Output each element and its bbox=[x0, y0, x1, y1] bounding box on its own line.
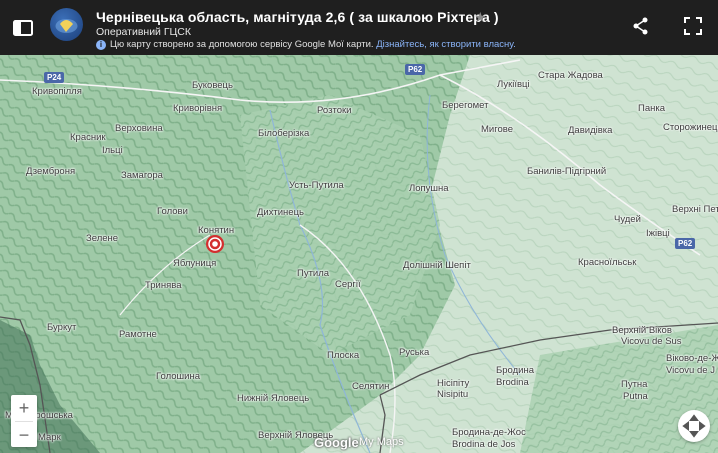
map-title: Чернівецька область, магнітуда 2,6 ( за … bbox=[96, 9, 499, 25]
place-label: Долішній Шепіт bbox=[403, 260, 471, 271]
place-label: Сергії bbox=[335, 279, 361, 290]
zoom-in-button[interactable]: + bbox=[11, 395, 37, 421]
place-label: Голови bbox=[157, 206, 188, 217]
road-shield: P62 bbox=[675, 238, 696, 249]
place-label: Розтоки bbox=[317, 105, 352, 116]
place-label: Давидівка bbox=[568, 125, 613, 136]
place-label: Нісіпіту bbox=[437, 378, 470, 389]
sidebar-toggle-icon[interactable] bbox=[12, 17, 34, 39]
place-label: Бродина bbox=[496, 365, 534, 376]
place-label: Буркут bbox=[47, 322, 77, 333]
map-canvas[interactable]: P24 P62 P62 Криворівня Буковець Кривопіл… bbox=[0, 55, 718, 453]
place-label: Криворівня bbox=[173, 103, 223, 114]
place-label: Марк bbox=[38, 432, 61, 443]
mymaps-label: My Maps bbox=[359, 436, 404, 448]
place-label: Іжівці bbox=[646, 228, 670, 239]
place-label: Плоска bbox=[327, 350, 360, 361]
terrain-basemap bbox=[0, 55, 718, 453]
fullscreen-icon[interactable] bbox=[683, 16, 703, 36]
place-label: Усть-Путила bbox=[289, 180, 344, 191]
place-label: Селятин bbox=[352, 381, 390, 392]
place-label: Верхній Віков bbox=[612, 325, 672, 336]
place-label: Brodina de Jos bbox=[452, 439, 516, 450]
place-label: Буковець bbox=[192, 80, 233, 91]
place-label: Голошина bbox=[156, 371, 200, 382]
place-label: Білоберізка bbox=[258, 128, 310, 139]
place-label: Тринява bbox=[145, 280, 182, 291]
earthquake-marker-icon[interactable] bbox=[205, 234, 225, 254]
place-label: Мигове bbox=[481, 124, 513, 135]
place-label: Верховина bbox=[115, 123, 163, 134]
place-label: Путна bbox=[621, 379, 648, 390]
place-label: Нижній Яловець bbox=[237, 393, 310, 404]
place-label: Верхні Петрівці bbox=[672, 204, 718, 215]
place-label: Красник bbox=[70, 132, 106, 143]
share-icon[interactable] bbox=[631, 16, 651, 36]
place-label: Банилів-Підгірний bbox=[527, 166, 607, 177]
place-label: Ільці bbox=[102, 145, 123, 156]
info-text: Цю карту створено за допомогою сервісу G… bbox=[110, 39, 516, 50]
place-label: Панка bbox=[638, 103, 666, 114]
place-label: Лукіївці bbox=[497, 79, 530, 90]
place-label: Vicovu de J bbox=[666, 365, 715, 376]
road-shield: P24 bbox=[44, 72, 65, 83]
place-label: Стара Жадова bbox=[538, 70, 603, 81]
google-logo: Google bbox=[314, 435, 359, 450]
zoom-out-button[interactable]: − bbox=[11, 422, 37, 448]
place-label: Nisipitu bbox=[437, 389, 469, 400]
place-label: Руська bbox=[399, 347, 430, 358]
place-label: Зелене bbox=[86, 233, 119, 244]
place-label: Яблуниця bbox=[173, 258, 217, 269]
place-label: Putna bbox=[623, 391, 648, 402]
recenter-icon[interactable] bbox=[678, 410, 710, 442]
learn-more-link[interactable]: Дізнайтесь, як створити власну. bbox=[376, 39, 516, 50]
place-label: Путила bbox=[297, 268, 330, 279]
road-shield: P62 bbox=[405, 64, 426, 75]
place-label: Берегомет bbox=[442, 100, 489, 111]
info-message: Цю карту створено за допомогою сервісу G… bbox=[110, 39, 377, 50]
place-label: Бродина-де-Жос bbox=[452, 427, 526, 438]
place-label: Красноїльськ bbox=[578, 257, 637, 268]
zoom-control: + − bbox=[11, 395, 37, 447]
info-icon: i bbox=[96, 40, 106, 50]
place-label: Віково-де-Ж bbox=[666, 353, 718, 364]
info-bar: i Цю карту створено за допомогою сервісу… bbox=[0, 37, 718, 55]
place-label: Лопушна bbox=[409, 183, 449, 194]
place-label: Кривопілля bbox=[32, 86, 82, 97]
star-icon[interactable]: ★ bbox=[474, 9, 487, 26]
place-label: Vicovu de Sus bbox=[621, 336, 682, 347]
place-label: Чудей bbox=[614, 214, 641, 225]
place-label: Brodina bbox=[496, 377, 529, 388]
place-label: Дихтинець bbox=[257, 207, 304, 218]
place-label: Сторожинець bbox=[663, 122, 718, 133]
place-label: Рамотне bbox=[119, 329, 157, 340]
place-label: Замагора bbox=[121, 170, 163, 181]
place-label: Дземброня bbox=[26, 166, 76, 177]
map-header: Чернівецька область, магнітуда 2,6 ( за … bbox=[0, 0, 718, 55]
